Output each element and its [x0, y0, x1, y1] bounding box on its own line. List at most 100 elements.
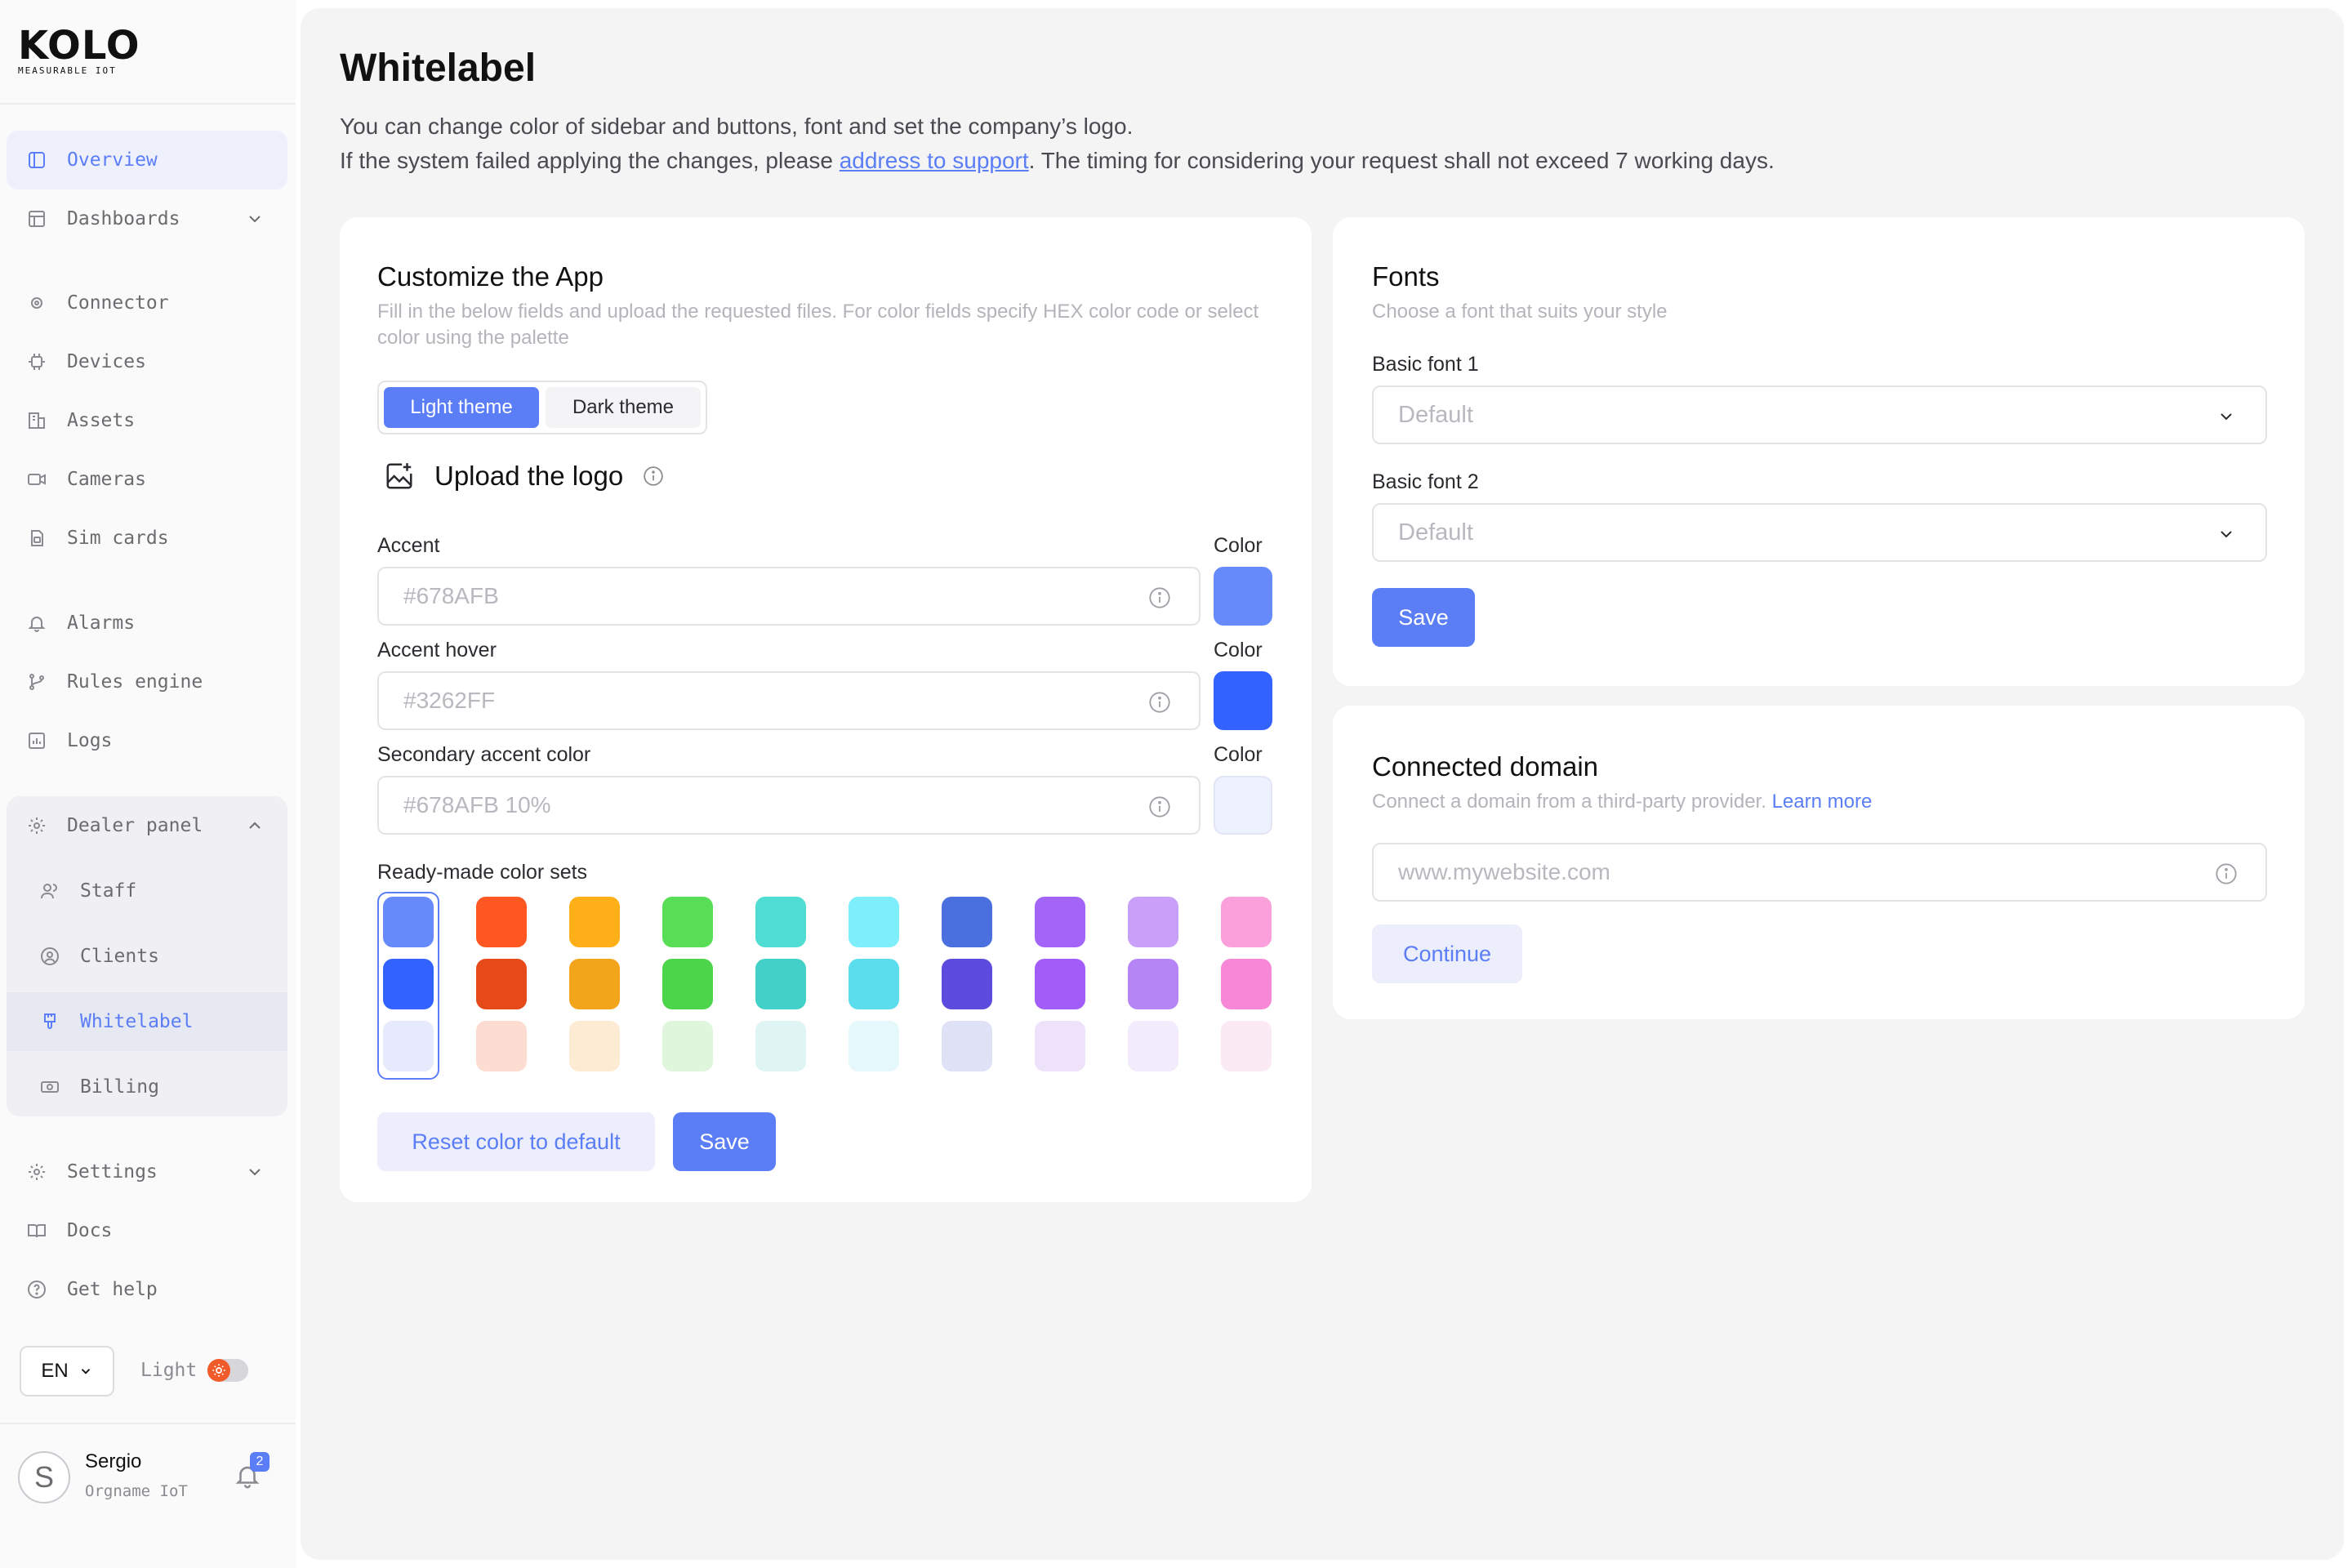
sidebar-item-dashboards[interactable]: Dashboards — [7, 189, 287, 248]
color-set-chip[interactable] — [383, 897, 434, 947]
accent-hover-input[interactable]: #3262FF — [377, 671, 1200, 730]
info-icon[interactable] — [1148, 691, 1171, 714]
upload-logo-button[interactable]: Upload the logo — [384, 461, 664, 492]
page-title: Whitelabel — [340, 47, 537, 90]
sidebar-item-label: Connector — [67, 292, 169, 314]
chevron-down-icon — [2221, 531, 2232, 538]
domain-card: Connected domain Connect a domain from a… — [1333, 706, 2305, 1019]
fonts-title: Fonts — [1372, 261, 1440, 292]
color-set-chip[interactable] — [1221, 959, 1272, 1009]
settings-icon — [24, 1160, 49, 1184]
reset-color-button[interactable]: Reset color to default — [377, 1112, 655, 1171]
color-set-chip[interactable] — [1035, 897, 1085, 947]
sidebar-item-assets[interactable]: Assets — [7, 391, 287, 450]
font1-label: Basic font 1 — [1372, 353, 1479, 376]
tab-dark-theme[interactable]: Dark theme — [546, 387, 701, 428]
color-set-chip[interactable] — [662, 1021, 713, 1071]
accent-hover-color-swatch[interactable] — [1214, 671, 1272, 730]
color-set-chip[interactable] — [942, 1021, 992, 1071]
color-set-chip[interactable] — [849, 959, 899, 1009]
color-set-chip[interactable] — [755, 1021, 806, 1071]
user-name: Sergio — [85, 1450, 142, 1472]
sidebar-item-get-help[interactable]: Get help — [7, 1260, 287, 1319]
chevron-down-icon[interactable] — [245, 1162, 265, 1182]
sidebar-item-sim-cards[interactable]: Sim cards — [7, 509, 287, 568]
sidebar-item-label: Overview — [67, 149, 158, 171]
color-set-chip[interactable] — [1128, 959, 1178, 1009]
accent-color-swatch[interactable] — [1214, 567, 1272, 626]
font2-select[interactable]: Default — [1372, 503, 2267, 562]
language-select[interactable]: EN — [20, 1346, 114, 1396]
font1-value: Default — [1398, 401, 1473, 428]
color-set-chip[interactable] — [849, 897, 899, 947]
domain-placeholder: www.mywebsite.com — [1398, 859, 1610, 884]
secondary-input[interactable]: #678AFB 10% — [377, 776, 1200, 835]
language-value: EN — [41, 1360, 69, 1382]
color-set-chip[interactable] — [849, 1021, 899, 1071]
sidebar-item-rules-engine[interactable]: Rules engine — [7, 653, 287, 711]
kolo-logo[interactable]: KOLO MEASURABLE IOT — [18, 24, 140, 76]
color-label: Color — [1214, 743, 1263, 766]
color-set-chip[interactable] — [1035, 959, 1085, 1009]
chevron-up-icon[interactable] — [245, 816, 265, 835]
sidebar-item-alarms[interactable]: Alarms — [7, 594, 287, 653]
color-set-chip[interactable] — [569, 897, 620, 947]
learn-more-link[interactable]: Learn more — [1772, 791, 1873, 813]
color-set-chip[interactable] — [942, 897, 992, 947]
info-icon[interactable] — [2215, 862, 2238, 885]
sim-card-icon — [24, 526, 49, 550]
chevron-down-icon[interactable] — [245, 209, 265, 229]
domain-subtitle-text: Connect a domain from a third-party prov… — [1372, 791, 1772, 813]
sidebar-item-connector[interactable]: Connector — [7, 274, 287, 332]
continue-button[interactable]: Continue — [1372, 924, 1522, 983]
sidebar-item-logs[interactable]: Logs — [7, 711, 287, 770]
color-set-chip[interactable] — [569, 1021, 620, 1071]
color-set-chip[interactable] — [755, 897, 806, 947]
sidebar-item-cameras[interactable]: Cameras — [7, 450, 287, 509]
save-fonts-button[interactable]: Save — [1372, 588, 1475, 647]
color-set-chip[interactable] — [383, 1021, 434, 1071]
color-set-chip[interactable] — [662, 897, 713, 947]
sidebar-item-label: Sim cards — [67, 528, 169, 549]
color-set-chip[interactable] — [476, 959, 527, 1009]
color-set-chip[interactable] — [1128, 897, 1178, 947]
save-colors-button[interactable]: Save — [673, 1112, 776, 1171]
color-set-chip[interactable] — [383, 959, 434, 1009]
sidebar-item-staff[interactable]: Staff — [7, 862, 287, 920]
color-set-chip[interactable] — [1035, 1021, 1085, 1071]
color-set-chip[interactable] — [476, 897, 527, 947]
domain-input[interactable]: www.mywebsite.com — [1372, 843, 2267, 902]
tab-light-theme[interactable]: Light theme — [384, 387, 539, 428]
color-set-chip[interactable] — [662, 959, 713, 1009]
color-set-chip[interactable] — [476, 1021, 527, 1071]
chevron-down-icon — [81, 1369, 90, 1374]
sidebar-item-settings[interactable]: Settings — [7, 1143, 287, 1201]
info-icon[interactable] — [1148, 586, 1171, 609]
theme-toggle[interactable] — [207, 1359, 248, 1382]
font1-select[interactable]: Default — [1372, 385, 2267, 444]
info-icon[interactable] — [643, 466, 664, 487]
git-branch-icon — [24, 670, 49, 694]
color-set-chip[interactable] — [755, 959, 806, 1009]
bell-icon — [24, 611, 49, 635]
camera-icon — [24, 467, 49, 492]
sidebar-item-devices[interactable]: Devices — [7, 332, 287, 391]
sidebar-divider — [0, 1423, 296, 1424]
color-set-chip[interactable] — [1221, 1021, 1272, 1071]
color-set-chip[interactable] — [1128, 1021, 1178, 1071]
color-set-chip[interactable] — [569, 959, 620, 1009]
sidebar-item-docs[interactable]: Docs — [7, 1201, 287, 1260]
secondary-color-swatch[interactable] — [1214, 776, 1272, 835]
sidebar-item-dealer-panel[interactable]: Dealer panel — [7, 796, 287, 855]
support-link[interactable]: address to support — [840, 148, 1029, 173]
color-set-chip[interactable] — [942, 959, 992, 1009]
avatar[interactable]: S — [18, 1451, 70, 1503]
info-icon[interactable] — [1148, 795, 1171, 818]
connector-icon — [24, 291, 49, 315]
sidebar-item-clients[interactable]: Clients — [7, 927, 287, 986]
sidebar-item-whitelabel[interactable]: Whitelabel — [7, 992, 287, 1051]
color-set-chip[interactable] — [1221, 897, 1272, 947]
accent-input[interactable]: #678AFB — [377, 567, 1200, 626]
sidebar-item-overview[interactable]: Overview — [7, 131, 287, 189]
sidebar-item-billing[interactable]: Billing — [7, 1058, 287, 1116]
